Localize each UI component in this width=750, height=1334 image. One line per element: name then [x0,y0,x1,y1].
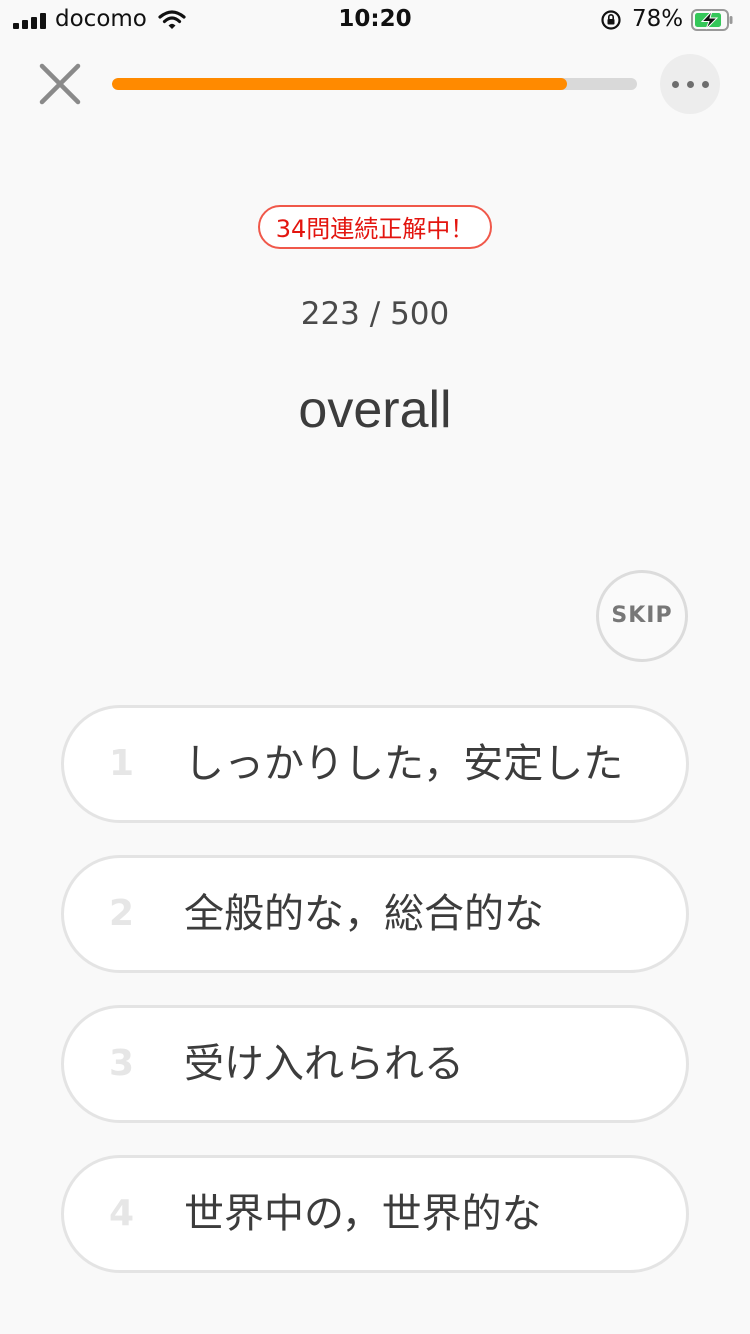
choice-number: 1 [109,743,135,784]
answer-choice-1[interactable]: 1 しっかりした，安定した [61,705,689,823]
choice-label: 世界中の，世界的な [184,1191,542,1237]
question-counter: 223 / 500 [0,296,750,332]
more-dot [702,81,709,88]
battery-percent: 78% [632,6,684,32]
total-questions: 500 [390,296,450,332]
counter-separator: / [369,296,381,332]
status-bar: docomo 10:20 78% [0,0,750,40]
choice-number: 2 [109,893,135,934]
battery-charging-icon [691,9,733,31]
streak-badge: 34問連続正解中！ [257,205,493,249]
orientation-lock-icon [601,10,621,30]
answer-choice-3[interactable]: 3 受け入れられる [61,1005,689,1123]
more-horizontal-icon [672,81,679,88]
choice-label: しっかりした，安定した [184,741,624,787]
progress-bar-fill [112,78,567,90]
choice-number: 3 [109,1043,135,1084]
choice-label: 受け入れられる [184,1041,464,1087]
skip-button[interactable]: SKIP [596,570,688,662]
choice-number: 4 [109,1193,135,1234]
close-icon[interactable] [36,60,84,108]
streak-container: 34問連続正解中！ [0,205,750,249]
more-options-button[interactable] [660,54,720,114]
question-word: overall [298,381,452,439]
current-question-number: 223 [300,296,360,332]
answer-choice-4[interactable]: 4 世界中の，世界的な [61,1155,689,1273]
progress-bar [112,78,637,90]
more-dot [687,81,694,88]
answer-choice-2[interactable]: 2 全般的な，総合的な [61,855,689,973]
quiz-screen: docomo 10:20 78% 34問連続正解中！ 223 / 500 ove… [0,0,750,1334]
answer-choices: 1 しっかりした，安定した 2 全般的な，総合的な 3 受け入れられる 4 世界… [61,705,689,1305]
choice-label: 全般的な，総合的な [184,891,544,937]
